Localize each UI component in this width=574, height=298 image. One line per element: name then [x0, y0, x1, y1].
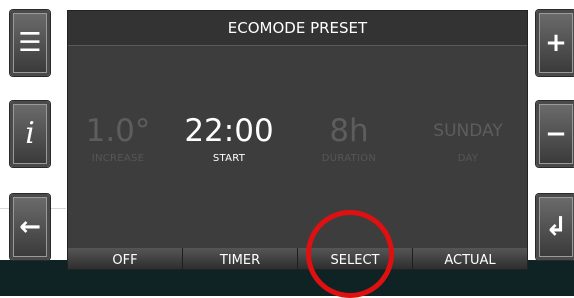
increase-label: INCREASE — [91, 153, 145, 164]
tab-off[interactable]: OFF — [68, 248, 183, 269]
increase-value: 1.0° — [85, 113, 151, 149]
duration-value: 8h — [329, 113, 369, 149]
minus-button[interactable]: − — [536, 101, 574, 167]
back-arrow-icon: ← — [19, 212, 41, 242]
plus-button[interactable]: + — [536, 10, 574, 76]
highlight-circle — [306, 210, 394, 298]
day-field[interactable]: SUNDAY DAY — [423, 111, 513, 164]
day-label: DAY — [457, 153, 479, 164]
info-icon: i — [25, 116, 35, 151]
menu-button[interactable]: ☰ — [10, 10, 50, 76]
increase-field[interactable]: 1.0° INCREASE — [78, 111, 158, 164]
duration-field[interactable]: 8h DURATION — [309, 111, 389, 164]
enter-icon: ↲ — [545, 212, 567, 242]
back-button[interactable]: ← — [10, 194, 50, 260]
minus-icon: − — [545, 119, 567, 149]
tab-actual[interactable]: ACTUAL — [413, 248, 527, 269]
start-label: START — [212, 153, 246, 164]
menu-icon: ☰ — [18, 28, 42, 58]
start-value: 22:00 — [184, 113, 274, 149]
bottom-tab-bar: OFF TIMER SELECT ACTUAL — [68, 248, 527, 269]
screen-title: ECOMODE PRESET — [68, 11, 527, 46]
thermostat-screen: ECOMODE PRESET 1.0° INCREASE 22:00 START… — [67, 10, 528, 270]
enter-button[interactable]: ↲ — [536, 194, 574, 260]
day-value: SUNDAY — [433, 121, 503, 141]
plus-icon: + — [545, 28, 567, 58]
duration-label: DURATION — [321, 153, 377, 164]
tab-timer[interactable]: TIMER — [183, 248, 298, 269]
start-field[interactable]: 22:00 START — [179, 111, 279, 164]
info-button[interactable]: i — [10, 101, 50, 167]
